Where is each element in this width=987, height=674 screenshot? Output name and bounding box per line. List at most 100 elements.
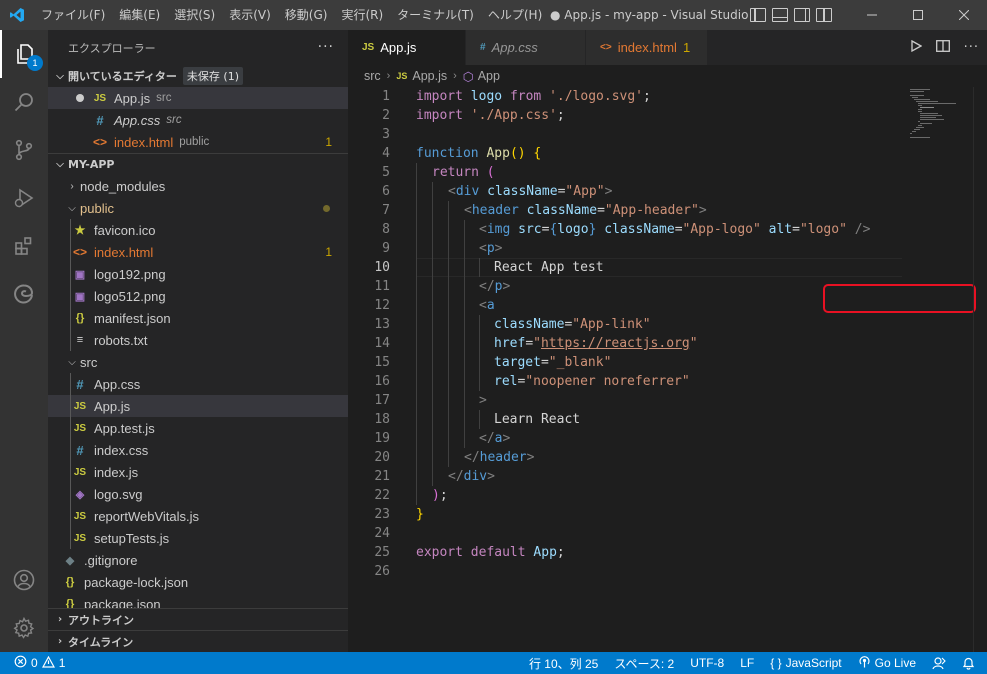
language-mode[interactable]: { } JavaScript (762, 652, 849, 674)
encoding[interactable]: UTF-8 (682, 652, 732, 674)
code-line: 4 function App() { (348, 144, 908, 163)
code-token: "noopener noreferrer" (525, 374, 690, 389)
extensions-icon[interactable] (0, 222, 48, 270)
tree-item-report-web-vitals[interactable]: JS reportWebVitals.js (48, 505, 348, 527)
go-live-button[interactable]: Go Live (850, 652, 924, 674)
cursor-position[interactable]: 行 10、列 25 (521, 652, 606, 674)
project-section[interactable]: ⌵ MY-APP (48, 153, 348, 175)
go-live-label: Go Live (874, 656, 916, 670)
indentation[interactable]: スペース: 2 (606, 652, 682, 674)
tree-item-app-test-js[interactable]: JS App.test.js (48, 417, 348, 439)
run-debug-icon[interactable] (0, 174, 48, 222)
maximize-button[interactable] (895, 0, 941, 30)
menu-view[interactable]: 表示(V) (222, 0, 278, 30)
code-token: return (432, 165, 479, 180)
tree-item-app-css[interactable]: # App.css (48, 373, 348, 395)
code-token: from (509, 89, 542, 104)
tree-item-index-js[interactable]: JS index.js (48, 461, 348, 483)
menu-help[interactable]: ヘルプ(H) (481, 0, 549, 30)
minimap[interactable] (908, 87, 978, 147)
css-file-icon: # (96, 112, 104, 128)
tab-app-js[interactable]: JS App.js (348, 30, 466, 65)
unsaved-dot-icon[interactable] (76, 94, 84, 102)
project-title: MY-APP (68, 158, 115, 171)
tree-item-label: package-lock.json (84, 574, 189, 590)
tab-index-html[interactable]: <> index.html 1 (586, 30, 708, 65)
tab-app-css[interactable]: # App.css (466, 30, 586, 65)
tree-guide (70, 329, 71, 351)
json-file-icon: {} (65, 576, 75, 588)
svg-file-icon: ◈ (75, 488, 85, 501)
tree-item-manifest[interactable]: {} manifest.json (48, 307, 348, 329)
more-actions-icon[interactable]: ··· (964, 40, 979, 55)
breadcrumb-file[interactable]: App.js (412, 69, 447, 83)
toggle-sidebar-icon[interactable] (750, 8, 766, 22)
tree-item-src[interactable]: ⌵ src (48, 351, 348, 373)
tree-item-node-modules[interactable]: › node_modules (48, 175, 348, 197)
end-of-line[interactable]: LF (732, 652, 762, 674)
tree-item-logo192[interactable]: ▣ logo192.png (48, 263, 348, 285)
menu-run[interactable]: 実行(R) (334, 0, 390, 30)
open-editor-item-appjs[interactable]: JS App.js src (48, 87, 348, 109)
split-editor-icon[interactable] (935, 39, 950, 56)
tree-item-label: logo192.png (94, 266, 166, 282)
open-editor-item-indexhtml[interactable]: <> index.html public 1 (48, 131, 348, 153)
feedback-icon[interactable] (924, 652, 954, 674)
code-token: import (416, 108, 463, 123)
toggle-secondary-sidebar-icon[interactable] (794, 8, 810, 22)
menu-edit[interactable]: 編集(E) (112, 0, 167, 30)
close-window-button[interactable] (941, 0, 987, 30)
code-token: < (448, 184, 456, 199)
code-token: > (502, 279, 511, 294)
problems-status[interactable]: 0 1 (0, 652, 73, 674)
warning-icon (41, 655, 55, 671)
search-icon[interactable] (0, 78, 48, 126)
menu-file[interactable]: ファイル(F) (34, 0, 112, 30)
tree-item-index-css[interactable]: # index.css (48, 439, 348, 461)
tree-item-favicon[interactable]: ★ favicon.ico (48, 219, 348, 241)
code-token: "App" (565, 184, 605, 199)
status-bar: 0 1 行 10、列 25 スペース: 2 UTF-8 LF { } JavaS… (0, 652, 987, 674)
tree-item-setup-tests[interactable]: JS setupTests.js (48, 527, 348, 549)
explorer-icon[interactable]: 1 (0, 30, 48, 78)
run-code-icon[interactable] (910, 39, 922, 56)
tree-item-robots[interactable]: ≡ robots.txt (48, 329, 348, 351)
code-token: > (502, 431, 511, 446)
code-token: div (455, 184, 480, 199)
open-editor-item-appcss[interactable]: # App.css src (48, 109, 348, 131)
layout-controls (750, 0, 832, 30)
minimize-button[interactable] (849, 0, 895, 30)
account-icon[interactable] (0, 556, 48, 604)
tree-item-package-lock[interactable]: {} package-lock.json (48, 571, 348, 593)
tree-item-index-html[interactable]: <> index.html 1 (48, 241, 348, 263)
breadcrumb-folder[interactable]: src (364, 69, 381, 83)
timeline-section[interactable]: › タイムライン (48, 630, 348, 652)
tree-item-logo512[interactable]: ▣ logo512.png (48, 285, 348, 307)
outline-section[interactable]: › アウトライン (48, 608, 348, 630)
customize-layout-icon[interactable] (816, 8, 832, 22)
tree-item-app-js[interactable]: JS App.js (48, 395, 348, 417)
tree-item-public[interactable]: ⌵ public (48, 197, 348, 219)
notifications-bell-icon[interactable] (954, 652, 987, 674)
tree-item-gitignore[interactable]: ◆ .gitignore (48, 549, 348, 571)
settings-gear-icon[interactable] (0, 604, 48, 652)
edge-devtools-icon[interactable] (0, 270, 48, 318)
line-number: 4 (382, 146, 390, 161)
breadcrumb-symbol[interactable]: App (478, 69, 500, 83)
tree-guide (70, 417, 71, 439)
source-control-icon[interactable] (0, 126, 48, 174)
tree-item-logo-svg[interactable]: ◈ logo.svg (48, 483, 348, 505)
tree-item-label: index.js (94, 464, 139, 480)
code-editor[interactable]: 1 import logo from './logo.svg'; 2 import … (348, 87, 908, 581)
open-editors-section[interactable]: ⌵ 開いているエディター 未保存 (1) (48, 65, 348, 87)
toggle-panel-icon[interactable] (772, 8, 788, 22)
menu-go[interactable]: 移動(G) (278, 0, 335, 30)
vscode-logo-icon (0, 0, 34, 30)
more-actions-icon[interactable]: ··· (318, 39, 334, 55)
vertical-scrollbar[interactable] (973, 87, 987, 652)
menu-selection[interactable]: 選択(S) (167, 0, 222, 30)
annotation-highlight-box (823, 284, 976, 313)
chevron-down-icon: ⌵ (56, 70, 64, 82)
code-line: 17 > (348, 391, 908, 410)
menu-terminal[interactable]: ターミナル(T) (390, 0, 481, 30)
